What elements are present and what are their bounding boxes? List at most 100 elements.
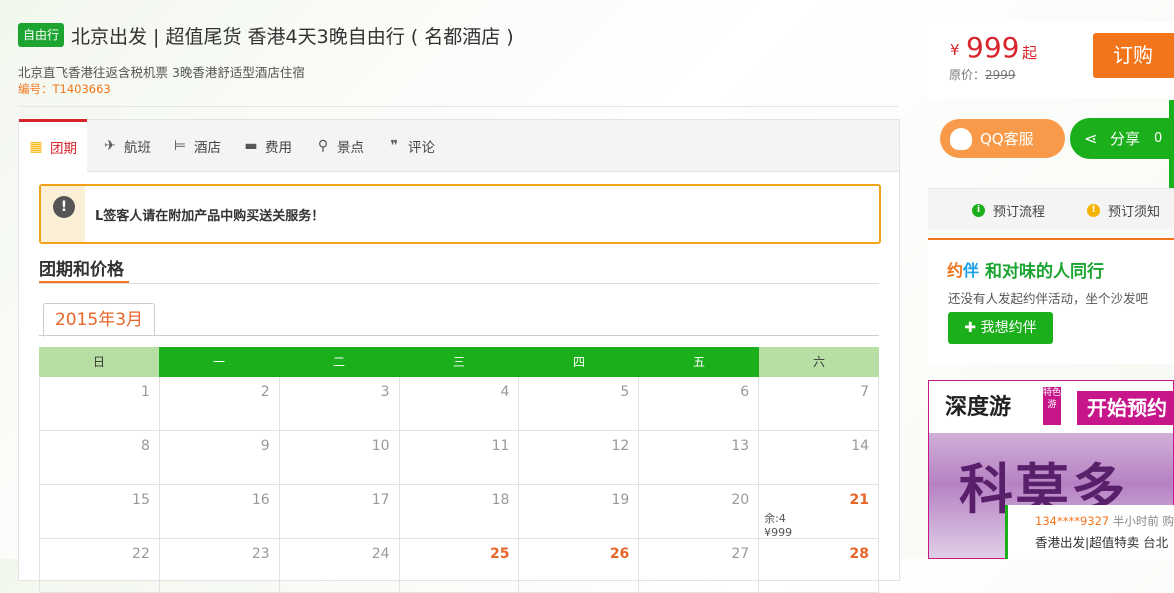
weekday-sun: 日 bbox=[39, 347, 159, 377]
calendar-day-number: 11 bbox=[491, 438, 510, 454]
calendar-day-cell[interactable]: 21 余:4 ¥999 bbox=[759, 485, 880, 540]
original-price-label: 原价： bbox=[949, 68, 986, 82]
share-label: 分享 bbox=[1110, 130, 1141, 148]
ad-top: 深度游 特色游 开始预约 bbox=[929, 381, 1173, 433]
calendar-day-number: 4 bbox=[500, 384, 510, 400]
day-price: ¥999 bbox=[764, 526, 793, 539]
calendar-day-number: 1 bbox=[140, 384, 150, 400]
ticker-line: 134****9327 半小时前 购买 bbox=[1035, 513, 1174, 529]
calendar-day-cell: 22 bbox=[39, 539, 160, 593]
companion-subtitle: 还没有人发起约伴活动，坐个沙发吧 bbox=[948, 291, 1149, 306]
calendar-day-cell: 3 bbox=[279, 377, 400, 431]
calendar-day-cell[interactable]: 25 bbox=[399, 539, 520, 593]
tab-flight[interactable]: ✈ 航班 bbox=[101, 120, 151, 171]
tab-schedule[interactable]: ▦ 团期 bbox=[19, 119, 87, 172]
calendar-day-cell: 11 bbox=[399, 431, 520, 485]
seats-remaining: 余:4 bbox=[764, 512, 786, 525]
companion-title: 和对味的人同行 bbox=[985, 262, 1104, 282]
info-icon: i bbox=[972, 204, 985, 217]
ad-brand: 深度游 bbox=[945, 394, 1012, 420]
tab-hotel[interactable]: ⊨ 酒店 bbox=[171, 120, 221, 171]
calendar-day-number: 23 bbox=[251, 546, 270, 562]
month-tab[interactable]: 2015年3月 bbox=[43, 303, 155, 337]
ticker-product[interactable]: 香港出发|超值特卖 台北 bbox=[1035, 532, 1168, 551]
ticker-user: 134****9327 bbox=[1035, 514, 1110, 528]
weekday-tue: 二 bbox=[279, 347, 399, 377]
calendar-day-cell: 24 bbox=[279, 539, 400, 593]
qq-service-button[interactable]: QQ客服 bbox=[940, 119, 1065, 158]
calendar-day-cell: 12 bbox=[519, 431, 640, 485]
booking-process-label: 预订流程 bbox=[993, 205, 1046, 220]
calendar-week-row: 1 2 3 4 5 6 7 bbox=[39, 377, 880, 431]
calendar: 日 一 二 三 四 五 六 1 2 3 4 5 6 7 8 9 10 11 12 13 14 15 16 17 1… bbox=[39, 347, 880, 593]
share-count: 0 bbox=[1154, 131, 1163, 146]
weekday-mon: 一 bbox=[159, 347, 279, 377]
calendar-day-cell: 6 bbox=[639, 377, 760, 431]
calendar-day-cell: 2 bbox=[159, 377, 280, 431]
calendar-day-number: 26 bbox=[609, 546, 630, 562]
calendar-day-cell[interactable]: 26 bbox=[519, 539, 640, 593]
calendar-day-number: 5 bbox=[620, 384, 630, 400]
calendar-day-number: 9 bbox=[260, 438, 270, 454]
product-title: 北京出发 | 超值尾货 香港4天3晚自由行 ( 名都酒店 ) bbox=[71, 26, 514, 48]
notice-text: L签客人请在附加产品中购买送关服务！ bbox=[95, 209, 325, 224]
calendar-day-cell: 14 bbox=[759, 431, 880, 485]
floating-side-tab[interactable] bbox=[1169, 100, 1174, 202]
calendar-day-number: 8 bbox=[140, 438, 150, 454]
calendar-day-cell: 15 bbox=[39, 485, 160, 539]
calendar-body: 1 2 3 4 5 6 7 8 9 10 11 12 13 14 15 16 17 18 19 20 21 余:4 ¥999… bbox=[39, 377, 880, 593]
calendar-day-number: 13 bbox=[731, 438, 750, 454]
calendar-day-number: 10 bbox=[371, 438, 390, 454]
weekday-wed: 三 bbox=[399, 347, 519, 377]
alert-icon: ! bbox=[53, 196, 75, 218]
tab-attractions[interactable]: ⚲ 景点 bbox=[314, 120, 364, 171]
calendar-day-number: 24 bbox=[371, 546, 390, 562]
main-panel: ▦ 团期 ✈ 航班 ⊨ 酒店 ▬ 费用 ⚲ 景点 ❞ 评论 ! L签客人请在附加… bbox=[18, 119, 900, 593]
book-button[interactable]: 订购 bbox=[1093, 33, 1174, 78]
calendar-day-cell[interactable]: 28 bbox=[759, 539, 880, 593]
calendar-day-cell: 10 bbox=[279, 431, 400, 485]
tab-label: 费用 bbox=[265, 139, 292, 156]
calendar-day-number: 12 bbox=[611, 438, 630, 454]
price-currency: ¥ bbox=[950, 41, 960, 59]
booking-notice-label: 预订须知 bbox=[1108, 205, 1161, 220]
companion-logo-2: 伴 bbox=[963, 261, 980, 280]
tab-reviews[interactable]: ❞ 评论 bbox=[385, 120, 435, 171]
section-underline bbox=[39, 281, 129, 283]
share-button[interactable]: ⋖ 分享 0 bbox=[1070, 118, 1174, 159]
calendar-day-number: 14 bbox=[851, 438, 870, 454]
calendar-day-number: 2 bbox=[260, 384, 270, 400]
price-amount: 999 bbox=[966, 31, 1020, 64]
calendar-day-number: 20 bbox=[731, 492, 750, 508]
weekday-thu: 四 bbox=[519, 347, 639, 377]
calendar-day-cell: 17 bbox=[279, 485, 400, 539]
month-rule bbox=[39, 335, 879, 336]
calendar-day-cell: 20 bbox=[639, 485, 760, 539]
calendar-day-number: 25 bbox=[489, 546, 510, 562]
booking-notice-link[interactable]: ! 预订须知 bbox=[1087, 201, 1160, 220]
tab-bar: ▦ 团期 ✈ 航班 ⊨ 酒店 ▬ 费用 ⚲ 景点 ❞ 评论 bbox=[19, 119, 899, 172]
price-suffix: 起 bbox=[1022, 44, 1038, 62]
calendar-week-row: 22 23 24 25 26 27 28 bbox=[39, 539, 880, 593]
calendar-day-cell: 18 bbox=[399, 485, 520, 539]
tab-cost[interactable]: ▬ 费用 bbox=[242, 120, 292, 171]
product-type-badge: 自由行 bbox=[18, 23, 65, 47]
calendar-day-cell: 1 bbox=[39, 377, 160, 431]
calendar-day-cell: 23 bbox=[159, 539, 280, 593]
weekday-sat: 六 bbox=[759, 347, 879, 377]
calendar-day-cell: 9 bbox=[159, 431, 280, 485]
calendar-day-cell: 27 bbox=[639, 539, 760, 593]
map-pin-icon: ⚲ bbox=[317, 137, 329, 154]
calendar-day-cell: 13 bbox=[639, 431, 760, 485]
companion-logo-1: 约 bbox=[947, 261, 964, 280]
original-price-value: 2999 bbox=[985, 68, 1016, 82]
tab-label: 景点 bbox=[337, 139, 364, 156]
tab-label: 评论 bbox=[408, 139, 435, 156]
calendar-day-number: 7 bbox=[860, 384, 870, 400]
weekday-fri: 五 bbox=[639, 347, 759, 377]
calendar-icon: ▦ bbox=[29, 139, 43, 155]
find-companion-button[interactable]: ✚ 我想约伴 bbox=[948, 312, 1053, 344]
calendar-day-info: 余:4 ¥999 bbox=[764, 512, 792, 540]
booking-process-link[interactable]: i 预订流程 bbox=[972, 201, 1045, 220]
header-divider bbox=[18, 106, 898, 107]
